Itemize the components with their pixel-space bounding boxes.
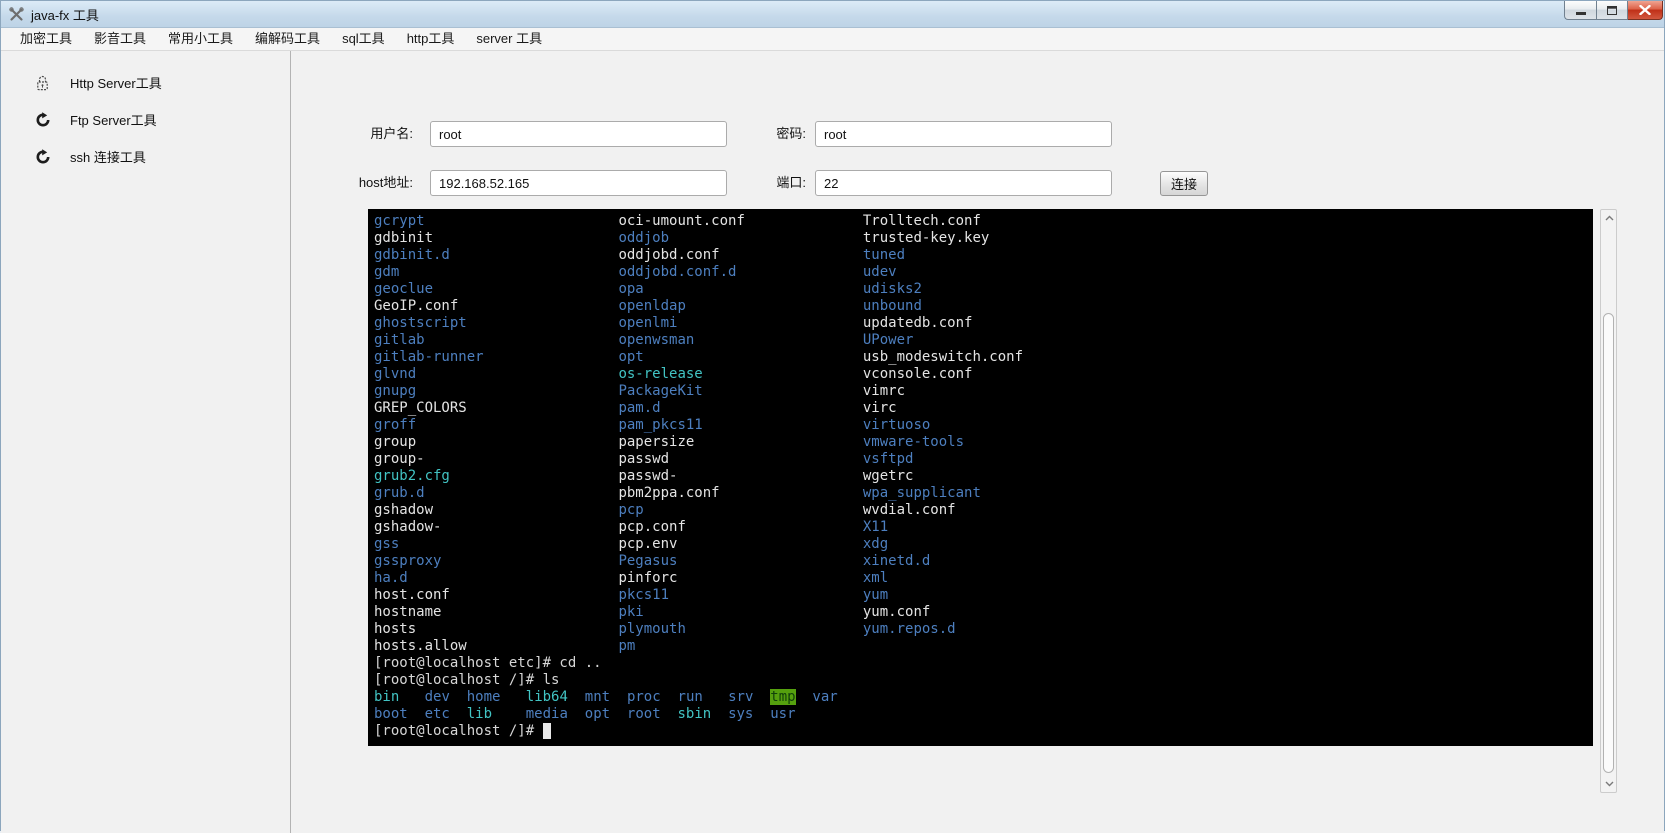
host-input[interactable] — [430, 170, 727, 196]
terminal-line: gdm oddjobd.conf.d udev — [374, 264, 1593, 281]
port-input[interactable] — [815, 170, 1112, 196]
sidebar: Http Server工具 Ftp Server工具 — [1, 51, 291, 833]
terminal-line: bin dev home lib64 mnt proc run srv tmp … — [374, 689, 1593, 706]
titlebar: java-fx 工具 — [1, 1, 1664, 28]
sidebar-item-ssh-connect[interactable]: ssh 连接工具 — [1, 138, 290, 175]
minimize-button[interactable] — [1564, 1, 1596, 20]
sync-icon — [34, 148, 51, 165]
window-title: java-fx 工具 — [31, 5, 99, 24]
terminal-line: grub.d pbm2ppa.conf wpa_supplicant — [374, 485, 1593, 502]
main-panel: 用户名: 密码: host地址: 端口: 连接 gcrypt oci-umoun… — [291, 51, 1664, 833]
terminal-scrollbar[interactable] — [1600, 209, 1617, 793]
content-area: Http Server工具 Ftp Server工具 — [1, 51, 1664, 833]
terminal-line: gss pcp.env xdg — [374, 536, 1593, 553]
sync-icon — [34, 111, 51, 128]
terminal-line: GREP_COLORS pam.d virc — [374, 400, 1593, 417]
menu-item-server-tools[interactable]: server 工具 — [465, 28, 553, 50]
close-icon — [1639, 5, 1651, 15]
terminal-output[interactable]: gcrypt oci-umount.conf Trolltech.confgdb… — [368, 209, 1593, 746]
terminal-line: host.conf pkcs11 yum — [374, 587, 1593, 604]
terminal-line: boot etc lib media opt root sbin sys usr — [374, 706, 1593, 723]
scroll-down-icon[interactable] — [1604, 779, 1615, 789]
app-window: java-fx 工具 加密工具 影音工具 常用小工具 编解码工具 sql工具 h… — [0, 0, 1665, 831]
terminal-line: hosts plymouth yum.repos.d — [374, 621, 1593, 638]
menu-item-codec-tools[interactable]: 编解码工具 — [244, 28, 331, 50]
connect-button[interactable]: 连接 — [1160, 171, 1208, 196]
terminal-line: hosts.allow pm — [374, 638, 1593, 655]
terminal-line: gitlab-runner opt usb_modeswitch.conf — [374, 349, 1593, 366]
terminal-line: gshadow- pcp.conf X11 — [374, 519, 1593, 536]
sidebar-item-http-server[interactable]: Http Server工具 — [1, 64, 290, 101]
terminal-line: ghostscript openlmi updatedb.conf — [374, 315, 1593, 332]
sidebar-item-ftp-server[interactable]: Ftp Server工具 — [1, 101, 290, 138]
terminal-line: [root@localhost /]# ls — [374, 672, 1593, 689]
terminal-line: ha.d pinforc xml — [374, 570, 1593, 587]
terminal-line: gdbinit.d oddjobd.conf tuned — [374, 247, 1593, 264]
menu-item-http-tools[interactable]: http工具 — [396, 28, 466, 50]
username-label: 用户名: — [321, 121, 413, 147]
terminal-line: glvnd os-release vconsole.conf — [374, 366, 1593, 383]
menubar: 加密工具 影音工具 常用小工具 编解码工具 sql工具 http工具 serve… — [1, 28, 1664, 51]
scroll-up-icon[interactable] — [1604, 213, 1615, 223]
host-label: host地址: — [321, 170, 413, 196]
app-tools-icon — [8, 6, 25, 23]
maximize-button[interactable] — [1596, 1, 1628, 20]
terminal-line: geoclue opa udisks2 — [374, 281, 1593, 298]
terminal-line: gssproxy Pegasus xinetd.d — [374, 553, 1593, 570]
terminal-line: group- passwd vsftpd — [374, 451, 1593, 468]
terminal-line: grub2.cfg passwd- wgetrc — [374, 468, 1593, 485]
close-button[interactable] — [1628, 1, 1663, 20]
terminal-line: gshadow pcp wvdial.conf — [374, 502, 1593, 519]
sidebar-item-label: ssh 连接工具 — [70, 147, 146, 166]
menu-item-common-tools[interactable]: 常用小工具 — [157, 28, 244, 50]
terminal-line: GeoIP.conf openldap unbound — [374, 298, 1593, 315]
minimize-icon — [1576, 12, 1586, 15]
terminal-line: gnupg PackageKit vimrc — [374, 383, 1593, 400]
lock-icon — [34, 74, 51, 91]
window-controls — [1564, 1, 1663, 20]
menu-item-encrypt-tools[interactable]: 加密工具 — [9, 28, 83, 50]
password-label: 密码: — [721, 121, 806, 147]
terminal-line: hostname pki yum.conf — [374, 604, 1593, 621]
terminal-line: gdbinit oddjob trusted-key.key — [374, 230, 1593, 247]
terminal-line: gcrypt oci-umount.conf Trolltech.conf — [374, 213, 1593, 230]
sidebar-item-label: Ftp Server工具 — [70, 110, 157, 129]
maximize-icon — [1607, 6, 1617, 15]
scrollbar-thumb[interactable] — [1603, 313, 1614, 773]
terminal-line: gitlab openwsman UPower — [374, 332, 1593, 349]
menu-item-media-tools[interactable]: 影音工具 — [83, 28, 157, 50]
terminal-line: groff pam_pkcs11 virtuoso — [374, 417, 1593, 434]
terminal-line: group papersize vmware-tools — [374, 434, 1593, 451]
username-input[interactable] — [430, 121, 727, 147]
password-input[interactable] — [815, 121, 1112, 147]
terminal-line: [root@localhost etc]# cd .. — [374, 655, 1593, 672]
port-label: 端口: — [721, 170, 806, 196]
sidebar-item-label: Http Server工具 — [70, 73, 162, 92]
menu-item-sql-tools[interactable]: sql工具 — [331, 28, 396, 50]
terminal-line: [root@localhost /]# — [374, 723, 1593, 740]
